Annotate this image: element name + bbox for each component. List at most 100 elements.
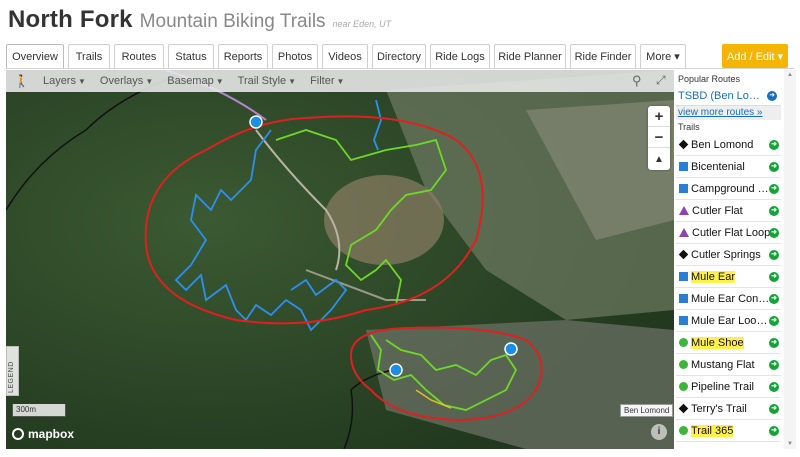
page-subtitle: Mountain Biking Trails [139,11,326,32]
trail-go-icon[interactable]: ➜ [769,382,779,392]
trail-row[interactable]: Trail 365 ➜ [676,420,781,442]
green-circle-icon [679,382,688,391]
tab-overview[interactable]: Overview [6,44,64,68]
parking-marker-north[interactable] [249,115,263,129]
trail-go-icon[interactable]: ➜ [769,162,779,172]
tab-reports[interactable]: Reports [218,44,268,68]
trail-row[interactable]: Cutler Flat Loop ➜ [676,222,781,244]
filter-menu[interactable]: Filter ▼ [310,75,344,87]
zoom-out-button[interactable]: − [648,127,670,148]
parking-marker-south[interactable] [389,363,403,377]
trail-name: Terry's Trail [691,402,747,415]
add-edit-button[interactable]: Add / Edit ▾ [722,44,788,68]
trail-row[interactable]: Cutler Springs ➜ [676,244,781,266]
fullscreen-icon[interactable]: ⤢ [656,73,666,88]
panel-scrollbar[interactable]: ▲ ▼ [784,70,796,449]
trail-name: Mule Ear [691,270,736,283]
popular-routes-heading: Popular Routes [678,74,741,84]
scroll-up-icon[interactable]: ▲ [787,72,793,78]
compass-icon[interactable]: ▲ [648,148,670,170]
trail-go-icon[interactable]: ➜ [769,360,779,370]
hiker-icon[interactable]: 🚶 [14,74,29,88]
tab-routes[interactable]: Routes [114,44,164,68]
tab-status[interactable]: Status [168,44,214,68]
location-pin-icon[interactable]: ⚲ [632,73,642,89]
popular-route-label: TSBD (Ben Lomon... [678,89,764,102]
tab-photos[interactable]: Photos [272,44,318,68]
trail-go-icon[interactable]: ➜ [769,316,779,326]
layers-menu[interactable]: Layers ▼ [43,75,86,87]
blue-square-icon [679,294,688,303]
tab-bar: Overview Trails Routes Status Reports Ph… [6,44,794,68]
trail-go-icon[interactable]: ➜ [769,426,779,436]
black-diamond-icon [678,139,689,150]
tab-directory[interactable]: Directory [372,44,426,68]
trail-name: Mustang Flat [691,358,755,371]
tab-ride-logs[interactable]: Ride Logs [430,44,490,68]
blue-square-icon [679,184,688,193]
peak-label: Ben Lomond [620,404,674,417]
purple-triangle-icon [679,206,689,215]
mapbox-logo-icon [12,428,24,440]
tab-more[interactable]: More ▾ [640,44,686,68]
trail-name: Trail 365 [691,424,734,437]
trail-name: Cutler Flat [692,204,743,217]
trail-row[interactable]: Cutler Flat ➜ [676,200,781,222]
zoom-controls: + − ▲ [648,106,670,170]
trail-row[interactable]: Bicentenial ➜ [676,156,781,178]
trail-row[interactable]: Mule Ear ➜ [676,266,781,288]
blue-square-icon [679,316,688,325]
map-canvas[interactable] [6,70,674,449]
green-circle-icon [679,426,688,435]
trail-name: Ben Lomond [691,138,754,151]
trail-row[interactable]: Mule Ear Lookout ➜ [676,310,781,332]
scroll-down-icon[interactable]: ▼ [787,441,793,447]
view-more-routes-link[interactable]: view more routes » [676,106,781,120]
trail-go-icon[interactable]: ➜ [769,294,779,304]
zoom-in-button[interactable]: + [648,106,670,127]
side-panel: Popular Routes TSBD (Ben Lomon... ➜ view… [676,70,781,449]
trail-go-icon[interactable]: ➜ [769,250,779,260]
basemap-label: Basemap [167,75,214,87]
overlays-label: Overlays [99,75,144,87]
info-icon[interactable]: i [651,424,667,440]
location-label: near Eden, UT [332,19,392,29]
purple-triangle-icon [679,228,689,237]
trail-name: Mule Ear Conne... [691,292,771,305]
route-go-icon[interactable]: ➜ [767,90,777,101]
trail-go-icon[interactable]: ➜ [769,206,779,216]
tab-ride-planner[interactable]: Ride Planner [494,44,566,68]
legend-tab[interactable]: LEGEND [6,346,19,396]
trail-go-icon[interactable]: ➜ [769,272,779,282]
overlays-menu[interactable]: Overlays ▼ [100,75,153,87]
filter-label: Filter [310,75,335,87]
black-diamond-icon [678,249,689,260]
trail-row[interactable]: Pipeline Trail ➜ [676,376,781,398]
trail-row[interactable]: Campground Sh...➜ [676,178,781,200]
trail-row[interactable]: Terry's Trail ➜ [676,398,781,420]
page-header: North Fork Mountain Biking Trails near E… [8,6,391,36]
page-title: North Fork [8,6,133,33]
parking-marker-east[interactable] [504,342,518,356]
mapbox-attribution[interactable]: mapbox [12,427,74,441]
trail-row[interactable]: Ben Lomond ➜ [676,134,781,156]
trail-row[interactable]: Mule Ear Conne... ➜ [676,288,781,310]
trail-go-icon[interactable]: ➜ [769,404,779,414]
trail-map[interactable]: 🚶 Layers ▼ Overlays ▼ Basemap ▼ Trail Style… [6,70,674,449]
trail-name: Cutler Flat Loop [692,226,771,239]
trail-go-icon[interactable]: ➜ [769,228,779,238]
trail-go-icon[interactable]: ➜ [769,184,779,194]
popular-route-link[interactable]: TSBD (Ben Lomon... ➜ [676,86,781,106]
green-circle-icon [679,338,688,347]
trail-style-menu[interactable]: Trail Style ▼ [238,75,296,87]
trail-row[interactable]: Mustang Flat ➜ [676,354,781,376]
tab-trails[interactable]: Trails [68,44,110,68]
legend-label: LEGEND [8,361,15,393]
trail-go-icon[interactable]: ➜ [769,338,779,348]
black-diamond-icon [678,403,689,414]
tab-videos[interactable]: Videos [322,44,368,68]
tab-ride-finder[interactable]: Ride Finder [570,44,636,68]
trail-go-icon[interactable]: ➜ [769,140,779,150]
trail-row[interactable]: Mule Shoe ➜ [676,332,781,354]
basemap-menu[interactable]: Basemap ▼ [167,75,223,87]
